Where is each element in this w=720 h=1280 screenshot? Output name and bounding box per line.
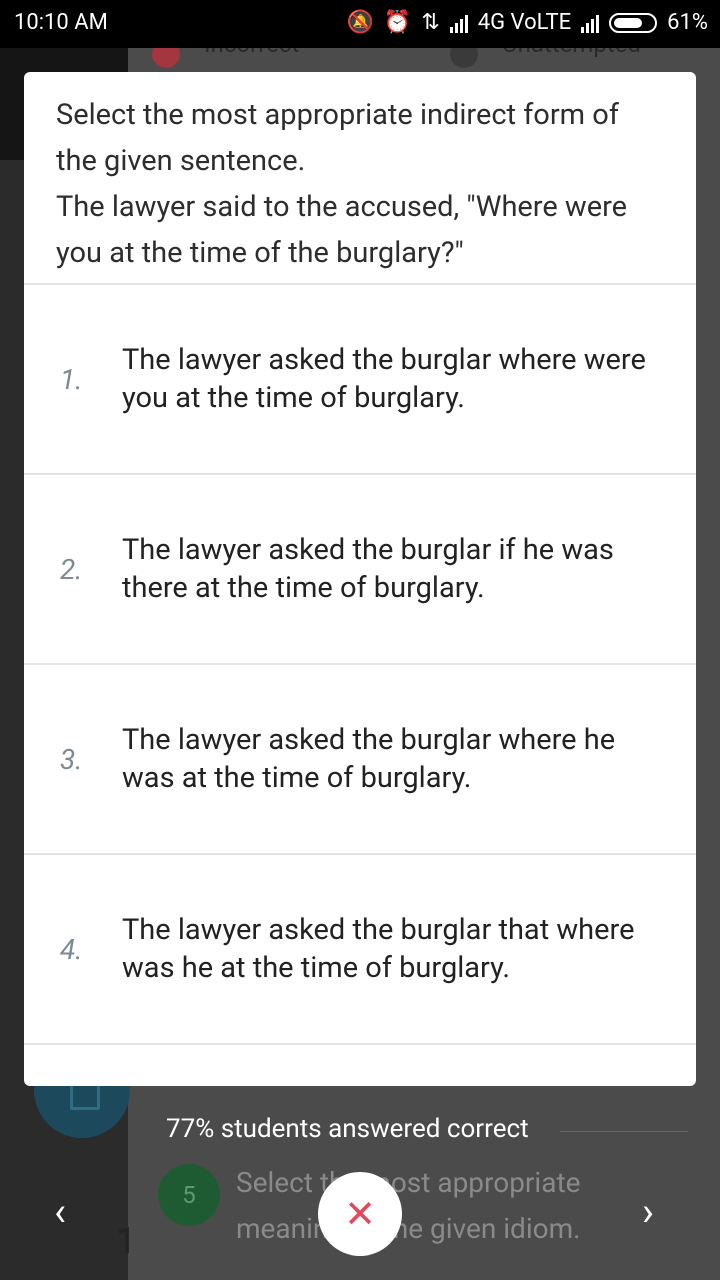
option-number: 1. <box>60 362 83 396</box>
status-time: 10:10 AM <box>14 10 108 35</box>
network-label: 4G VoLTE <box>477 10 572 35</box>
status-icons: 🔕 ⏰ ⇅ 4G VoLTE 61% <box>347 10 709 35</box>
question-sentence: The lawyer said to the accused, "Where w… <box>56 190 628 270</box>
question-instruction: Select the most appropriate indirect for… <box>56 98 619 178</box>
signal-icon <box>449 13 468 33</box>
divider <box>560 1131 688 1132</box>
alarm-icon: ⏰ <box>383 10 412 35</box>
option-number: 2. <box>60 552 83 586</box>
option-text: The lawyer asked the burglar that where … <box>122 913 635 985</box>
next-question-text: Select the most appropriate meaning of t… <box>236 1166 581 1245</box>
close-button[interactable]: ✕ <box>318 1172 402 1256</box>
previous-button[interactable]: ‹ <box>54 1190 66 1234</box>
data-transfer-icon: ⇅ <box>421 10 440 35</box>
question-dialog: Select the most appropriate indirect for… <box>24 72 696 1086</box>
battery-icon <box>609 12 658 33</box>
close-icon: ✕ <box>344 1192 376 1237</box>
option-text: The lawyer asked the burglar where he wa… <box>122 723 616 795</box>
sidebar-partial-number: 1 <box>116 1220 137 1262</box>
option-text: The lawyer asked the burglar where were … <box>122 343 646 415</box>
option-2[interactable]: 2. The lawyer asked the burglar if he wa… <box>24 475 696 665</box>
mute-icon: 🔕 <box>346 10 374 35</box>
option-3[interactable]: 3. The lawyer asked the burglar where he… <box>24 665 696 855</box>
status-bar: 10:10 AM 🔕 ⏰ ⇅ 4G VoLTE 61% <box>0 0 720 48</box>
option-4[interactable]: 4. The lawyer asked the burglar that whe… <box>24 855 696 1045</box>
option-number: 4. <box>60 932 83 966</box>
option-1[interactable]: 1. The lawyer asked the burglar where we… <box>24 285 696 475</box>
signal-icon-2 <box>581 13 600 33</box>
next-button[interactable]: › <box>642 1190 654 1234</box>
battery-level: 61% <box>667 10 708 35</box>
option-number: 3. <box>60 742 83 776</box>
answer-stats: 77% students answered correct <box>166 1114 529 1144</box>
question-text: Select the most appropriate indirect for… <box>24 72 696 285</box>
option-text: The lawyer asked the burglar if he was t… <box>122 533 614 605</box>
next-question-number: 5 <box>158 1164 220 1226</box>
